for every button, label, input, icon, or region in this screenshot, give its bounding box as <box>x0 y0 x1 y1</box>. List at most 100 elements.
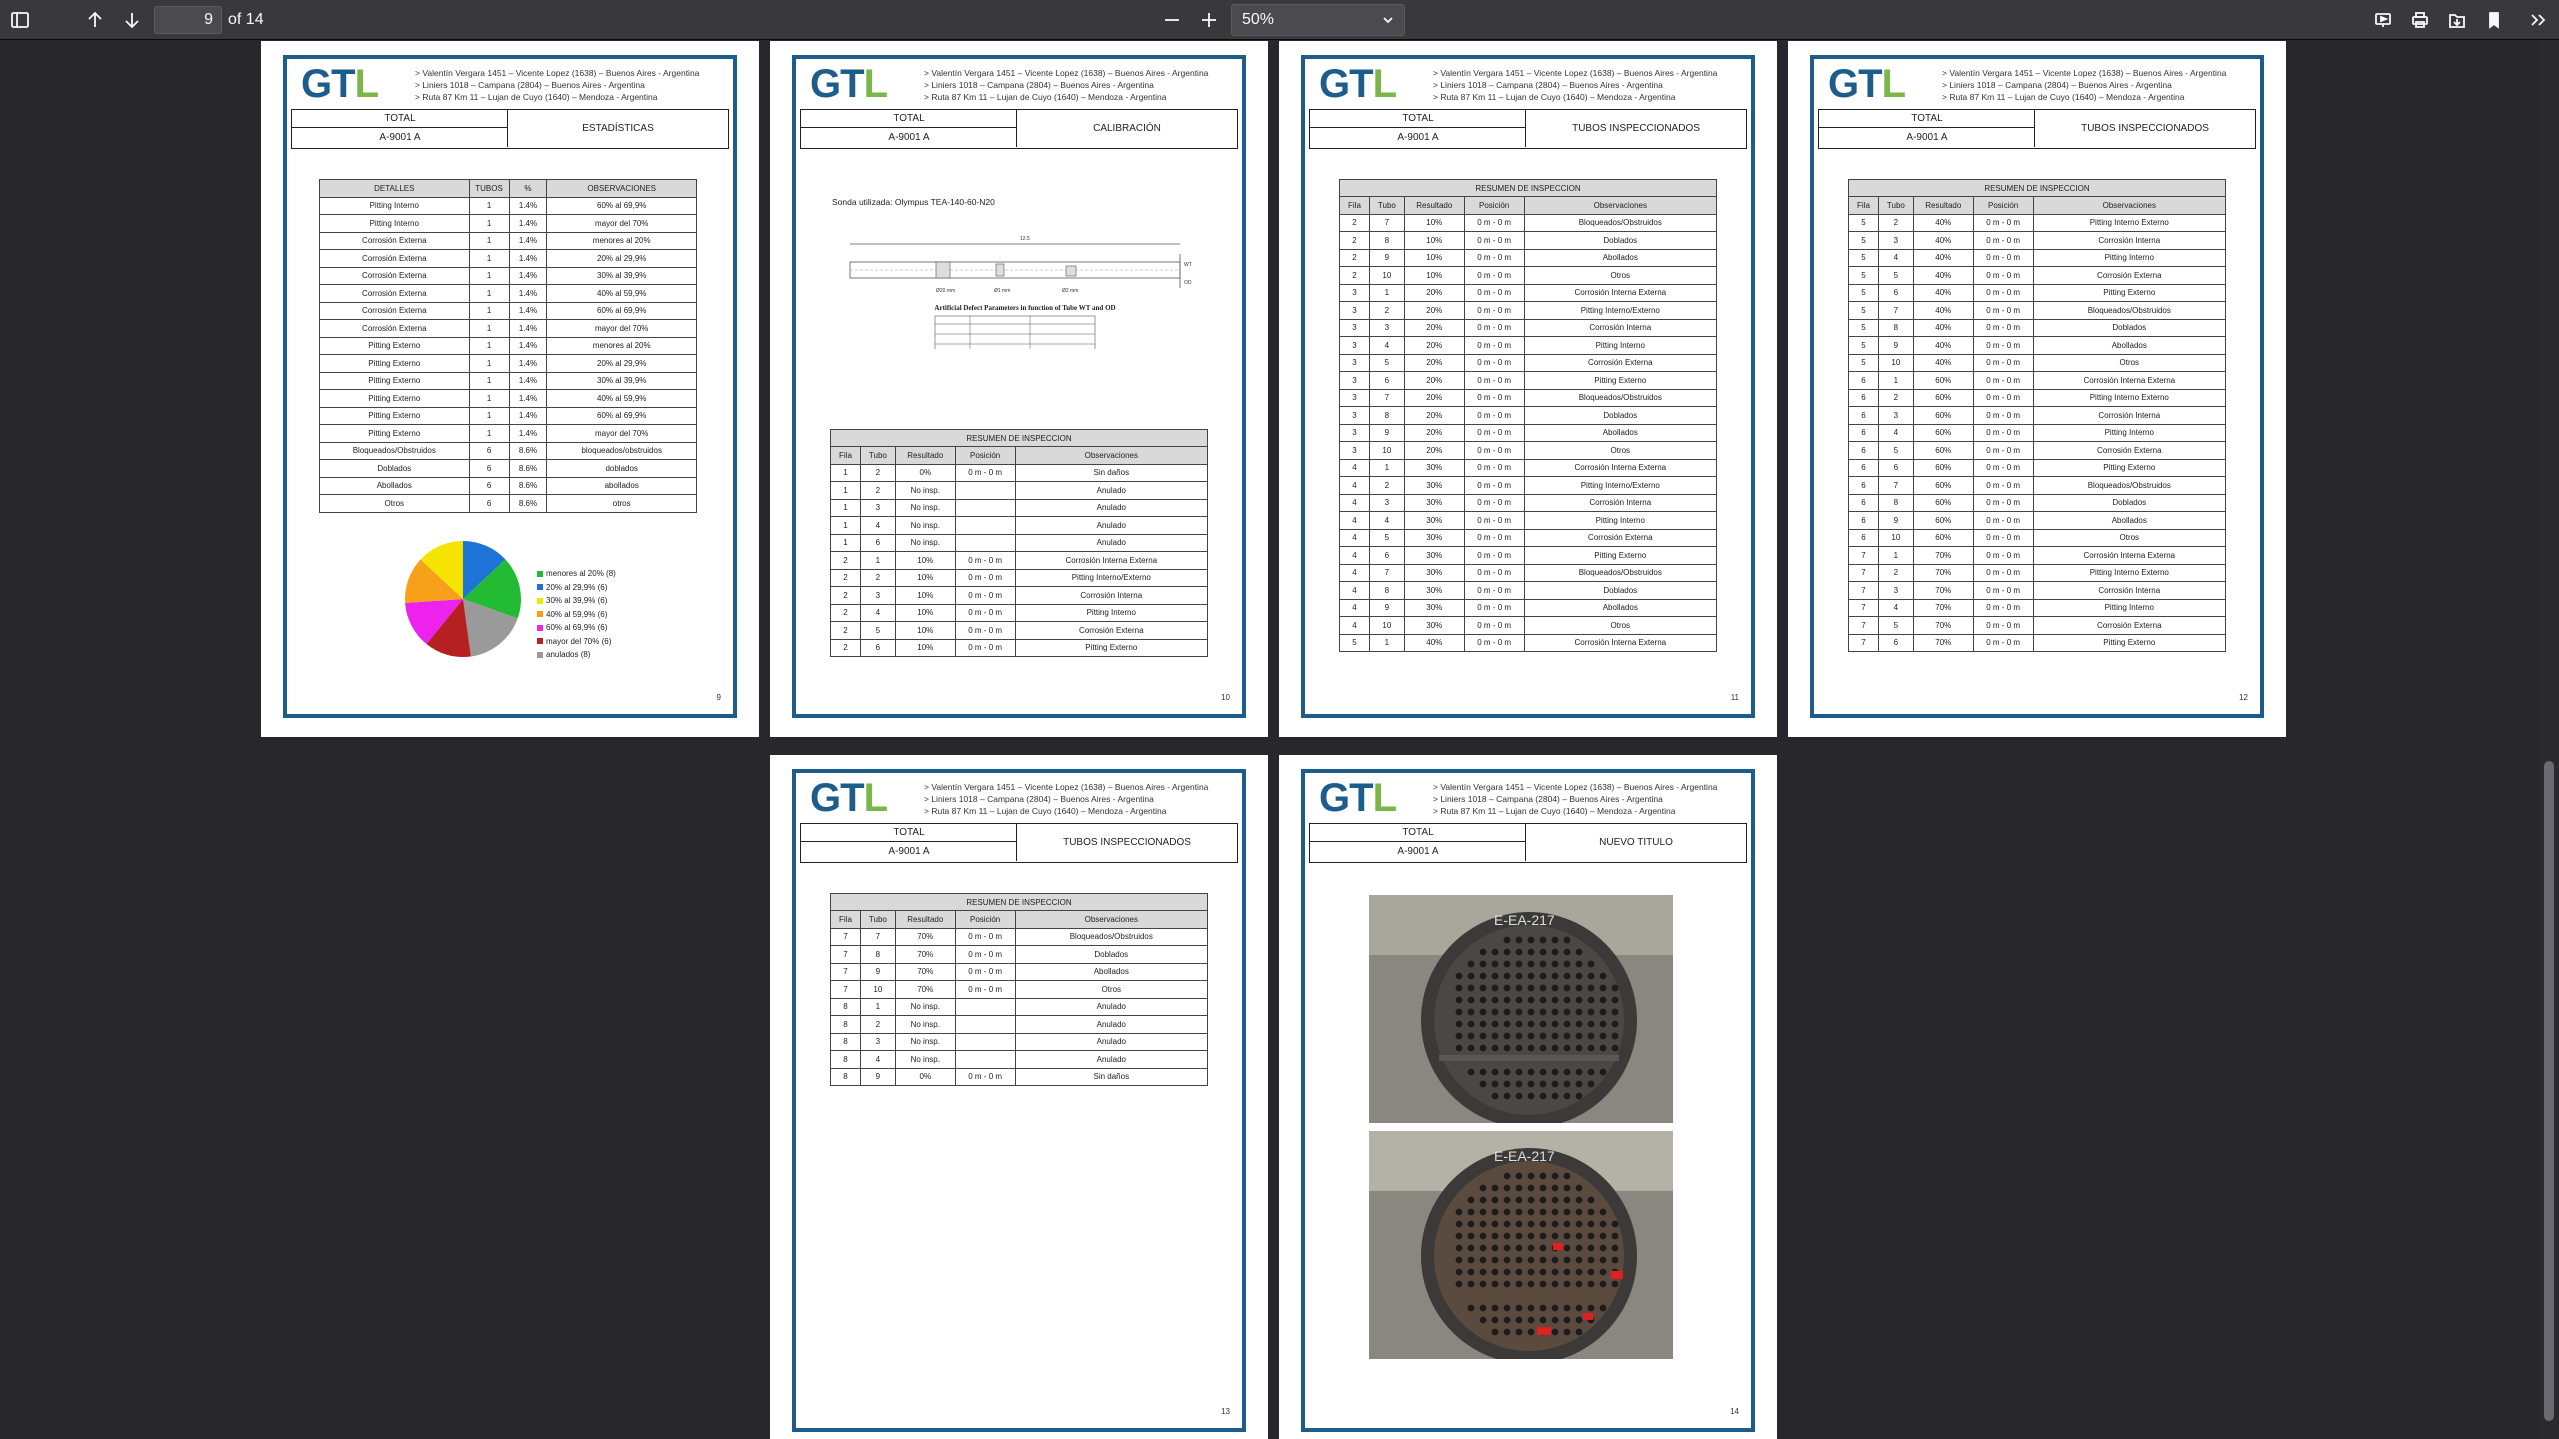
table-cell: 0 m - 0 m <box>1463 231 1525 250</box>
table-cell: Corrosión Externa <box>319 319 470 338</box>
table-row: 3 4 20% 0 m - 0 m Pitting Interno <box>1339 336 1718 355</box>
table-cell: No insp. <box>894 997 956 1016</box>
table-row: 2 4 10% 0 m - 0 m Pitting Interno <box>830 603 1209 622</box>
page-number: 9 <box>716 693 721 702</box>
table-cell: No insp. <box>894 1015 956 1034</box>
tools-menu-icon[interactable] <box>2522 4 2554 36</box>
table-cell: 0 m - 0 m <box>1972 546 2034 565</box>
diagram-caption: Artificial Defect Parameters in function… <box>934 304 1115 312</box>
table-cell: 10% <box>1403 213 1465 232</box>
chevron-down-icon <box>1383 17 1393 24</box>
table-cell: 6 <box>1877 458 1914 477</box>
table-cell: No insp. <box>894 481 956 500</box>
table-cell: 2 <box>1877 213 1914 232</box>
table-cell: 2 <box>830 638 861 657</box>
table-cell: 0 m - 0 m <box>1972 388 2034 407</box>
page-frame: GTL > Valentín Vergara 1451 – Vicente Lo… <box>792 55 1246 718</box>
table-row: 5 9 40% 0 m - 0 m Abollados <box>1848 336 2227 355</box>
gtl-logo: GTL <box>1319 62 1397 106</box>
table-row: Pitting Externo 1 1.4% 60% al 69,9% <box>319 406 697 425</box>
table-cell: 0 m - 0 m <box>1972 353 2034 372</box>
table-row: 2 6 10% 0 m - 0 m Pitting Externo <box>830 638 1209 657</box>
table-cell: 70% <box>1912 546 1974 565</box>
table-cell: Pitting Interno <box>319 196 470 215</box>
table-cell: doblados <box>546 459 697 478</box>
table-cell: 4 <box>1368 511 1405 530</box>
table-cell: 4 <box>859 603 896 622</box>
previous-page-icon[interactable] <box>79 4 111 36</box>
next-page-icon[interactable] <box>116 4 148 36</box>
exchanger-tag: E-EA-217 <box>1494 912 1555 928</box>
table-row: Corrosión Externa 1 1.4% menores al 20% <box>319 231 697 250</box>
table-cell: 7 <box>1368 388 1405 407</box>
table-row: 7 4 70% 0 m - 0 m Pitting Interno <box>1848 598 2227 617</box>
table-cell: 2 <box>1339 213 1370 232</box>
table-cell: 10 <box>1877 528 1914 547</box>
table-cell <box>954 533 1016 552</box>
table-cell: 6 <box>859 638 896 657</box>
table-cell: 7 <box>859 927 896 946</box>
table-cell: 0 m - 0 m <box>954 980 1016 999</box>
equipment-id: A-9001 A <box>1397 132 1439 143</box>
table-cell: 2 <box>830 603 861 622</box>
table-cell: 30% <box>1403 581 1465 600</box>
table-cell: 0 m - 0 m <box>1972 231 2034 250</box>
table-cell: 5 <box>1368 353 1405 372</box>
pdf-page-10: GTL > Valentín Vergara 1451 – Vicente Lo… <box>770 41 1268 737</box>
zoom-in-icon[interactable] <box>1193 4 1225 36</box>
table-row: 4 4 30% 0 m - 0 m Pitting Interno <box>1339 511 1718 530</box>
table-cell: 4 <box>1877 423 1914 442</box>
title-box: TOTAL A-9001 A TUBOS INSPECCIONADOS <box>1309 109 1747 149</box>
table-cell: 4 <box>859 1050 896 1069</box>
table-cell: Abollados <box>1523 248 1718 267</box>
table-cell: 0 m - 0 m <box>1972 476 2034 495</box>
table-cell: 60% <box>1912 406 1974 425</box>
sidebar-toggle-icon[interactable] <box>4 4 36 36</box>
table-cell: 5 <box>859 621 896 640</box>
table-cell: Pitting Externo <box>319 424 470 443</box>
table-cell: Doblados <box>1523 406 1718 425</box>
table-row: 5 4 40% 0 m - 0 m Pitting Interno <box>1848 248 2227 267</box>
table-cell: Pitting Externo <box>319 336 470 355</box>
table-cell: 0 m - 0 m <box>1463 406 1525 425</box>
table-row: 2 10 10% 0 m - 0 m Otros <box>1339 266 1718 285</box>
total-label: TOTAL <box>801 110 1017 128</box>
presentation-mode-icon[interactable] <box>2367 4 2399 36</box>
table-cell: 20% <box>1403 388 1465 407</box>
table-row: 2 7 10% 0 m - 0 m Bloqueados/Obstruidos <box>1339 213 1718 232</box>
scrollbar-thumb[interactable] <box>2544 761 2554 1421</box>
page-header: GTL > Valentín Vergara 1451 – Vicente Lo… <box>796 59 1242 109</box>
save-icon[interactable] <box>2441 4 2473 36</box>
table-cell: 7 <box>1848 581 1879 600</box>
document-viewer[interactable]: GTL > Valentín Vergara 1451 – Vicente Lo… <box>0 41 2540 1439</box>
inspection-summary-table: RESUMEN DE INSPECCION Fila Tubo Resultado Po… <box>1339 179 1718 652</box>
table-row: 4 9 30% 0 m - 0 m Abollados <box>1339 598 1718 617</box>
table-cell: 0 m - 0 m <box>954 1067 1016 1086</box>
table-cell: 8 <box>1877 318 1914 337</box>
table-row: Pitting Externo 1 1.4% mayor del 70% <box>319 424 697 443</box>
table-row: 6 5 60% 0 m - 0 m Corrosión Externa <box>1848 441 2227 460</box>
column-header: Posición <box>1972 196 2034 215</box>
table-row: 2 1 10% 0 m - 0 m Corrosión Interna Externa <box>830 551 1209 570</box>
table-cell: 10% <box>894 551 956 570</box>
table-cell: Abollados <box>319 476 470 495</box>
page-number-input[interactable]: 9 <box>154 6 222 34</box>
zoom-select[interactable]: 50% <box>1231 4 1405 36</box>
table-row: Corrosión Externa 1 1.4% 40% al 59,9% <box>319 284 697 303</box>
table-cell: 4 <box>1339 458 1370 477</box>
table-cell: Sin daños <box>1014 1067 1209 1086</box>
table-cell: 6 <box>859 533 896 552</box>
table-cell: 40% <box>1912 283 1974 302</box>
vertical-scrollbar[interactable] <box>2540 41 2559 1439</box>
print-icon[interactable] <box>2404 4 2436 36</box>
table-cell: Abollados <box>1523 423 1718 442</box>
table-cell: 1 <box>468 214 510 233</box>
table-cell: 60% <box>1912 423 1974 442</box>
table-cell: 30% <box>1403 598 1465 617</box>
table-cell: 1 <box>830 481 861 500</box>
table-cell: 8.6% <box>508 441 548 460</box>
table-cell: 8 <box>1877 493 1914 512</box>
table-cell: menores al 20% <box>546 336 697 355</box>
zoom-out-icon[interactable] <box>1156 4 1188 36</box>
bookmark-icon[interactable] <box>2478 4 2510 36</box>
